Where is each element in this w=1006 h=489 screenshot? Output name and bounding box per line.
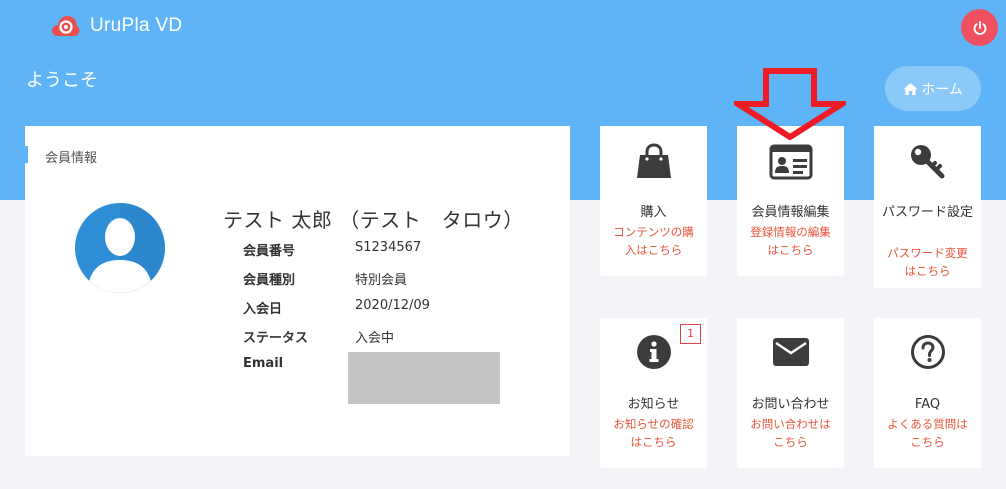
member-number-value: S1234567: [355, 240, 422, 255]
tile-faq-desc: よくある質問はこちら: [887, 417, 968, 449]
email-redacted-value: [348, 352, 500, 404]
welcome-text: ようこそ: [26, 70, 98, 91]
tile-notice-desc: お知らせの確認はこちら: [613, 417, 694, 449]
tile-contact-desc: お問い合わせはこちら: [750, 417, 831, 449]
top-bar: UruPla VD: [0, 0, 1006, 52]
tile-notice-label: お知らせ: [627, 397, 680, 412]
status-label: ステータス: [243, 331, 309, 346]
join-date-value: 2020/12/09: [355, 298, 430, 313]
key-icon: [910, 145, 944, 179]
tile-purchase[interactable]: 購入 コンテンツの購入はこちら: [600, 126, 707, 276]
member-type-label: 会員種別: [243, 273, 296, 288]
cloud-logo-icon: [52, 16, 80, 36]
member-info-card: 会員情報 テスト 太郎 （テスト タロウ） 会員番号 S1234567 会員種別…: [25, 126, 570, 456]
tile-purchase-label: 購入: [640, 205, 667, 220]
tile-notice[interactable]: 1 お知らせ お知らせの確認はこちら: [600, 318, 707, 468]
red-down-arrow-annotation: [734, 68, 846, 140]
avatar-icon: [75, 203, 165, 293]
home-button-label: ホーム: [921, 80, 963, 97]
member-name: テスト 太郎 （テスト タロウ）: [223, 208, 524, 232]
app-name: UruPla VD: [90, 15, 183, 36]
tile-password-desc: パスワード変更はこちら: [887, 246, 968, 278]
email-label: Email: [243, 356, 284, 371]
tile-password[interactable]: パスワード設定 パスワード変更はこちら: [874, 126, 981, 288]
tile-member-edit-label: 会員情報編集: [751, 205, 830, 220]
tile-contact-label: お問い合わせ: [751, 397, 830, 412]
tile-contact[interactable]: お問い合わせ お問い合わせはこちら: [737, 318, 844, 468]
join-date-label: 入会日: [243, 302, 283, 317]
tile-member-edit[interactable]: 会員情報編集 登録情報の編集はこちら: [737, 126, 844, 276]
power-icon: [973, 20, 986, 35]
status-value: 入会中: [355, 331, 395, 346]
tile-purchase-desc: コンテンツの購入はこちら: [613, 225, 694, 257]
id-card-icon: [769, 144, 812, 180]
shopping-bag-icon: [636, 143, 671, 178]
card-title: 会員情報: [45, 151, 98, 166]
question-circle-icon: [910, 335, 945, 369]
brand[interactable]: UruPla VD: [50, 12, 182, 40]
member-type-value: 特別会員: [355, 273, 408, 288]
tile-faq[interactable]: FAQ よくある質問はこちら: [874, 318, 981, 468]
envelope-icon: [772, 338, 809, 366]
tile-faq-label: FAQ: [914, 397, 941, 412]
card-accent-bar: [25, 146, 28, 163]
logout-button[interactable]: [961, 9, 998, 46]
home-icon: [903, 82, 918, 95]
info-circle-icon: [636, 335, 671, 369]
home-button[interactable]: ホーム: [885, 66, 981, 111]
member-number-label: 会員番号: [243, 244, 296, 259]
tile-member-edit-desc: 登録情報の編集はこちら: [750, 225, 831, 257]
tile-password-label: パスワード設定: [881, 205, 973, 220]
